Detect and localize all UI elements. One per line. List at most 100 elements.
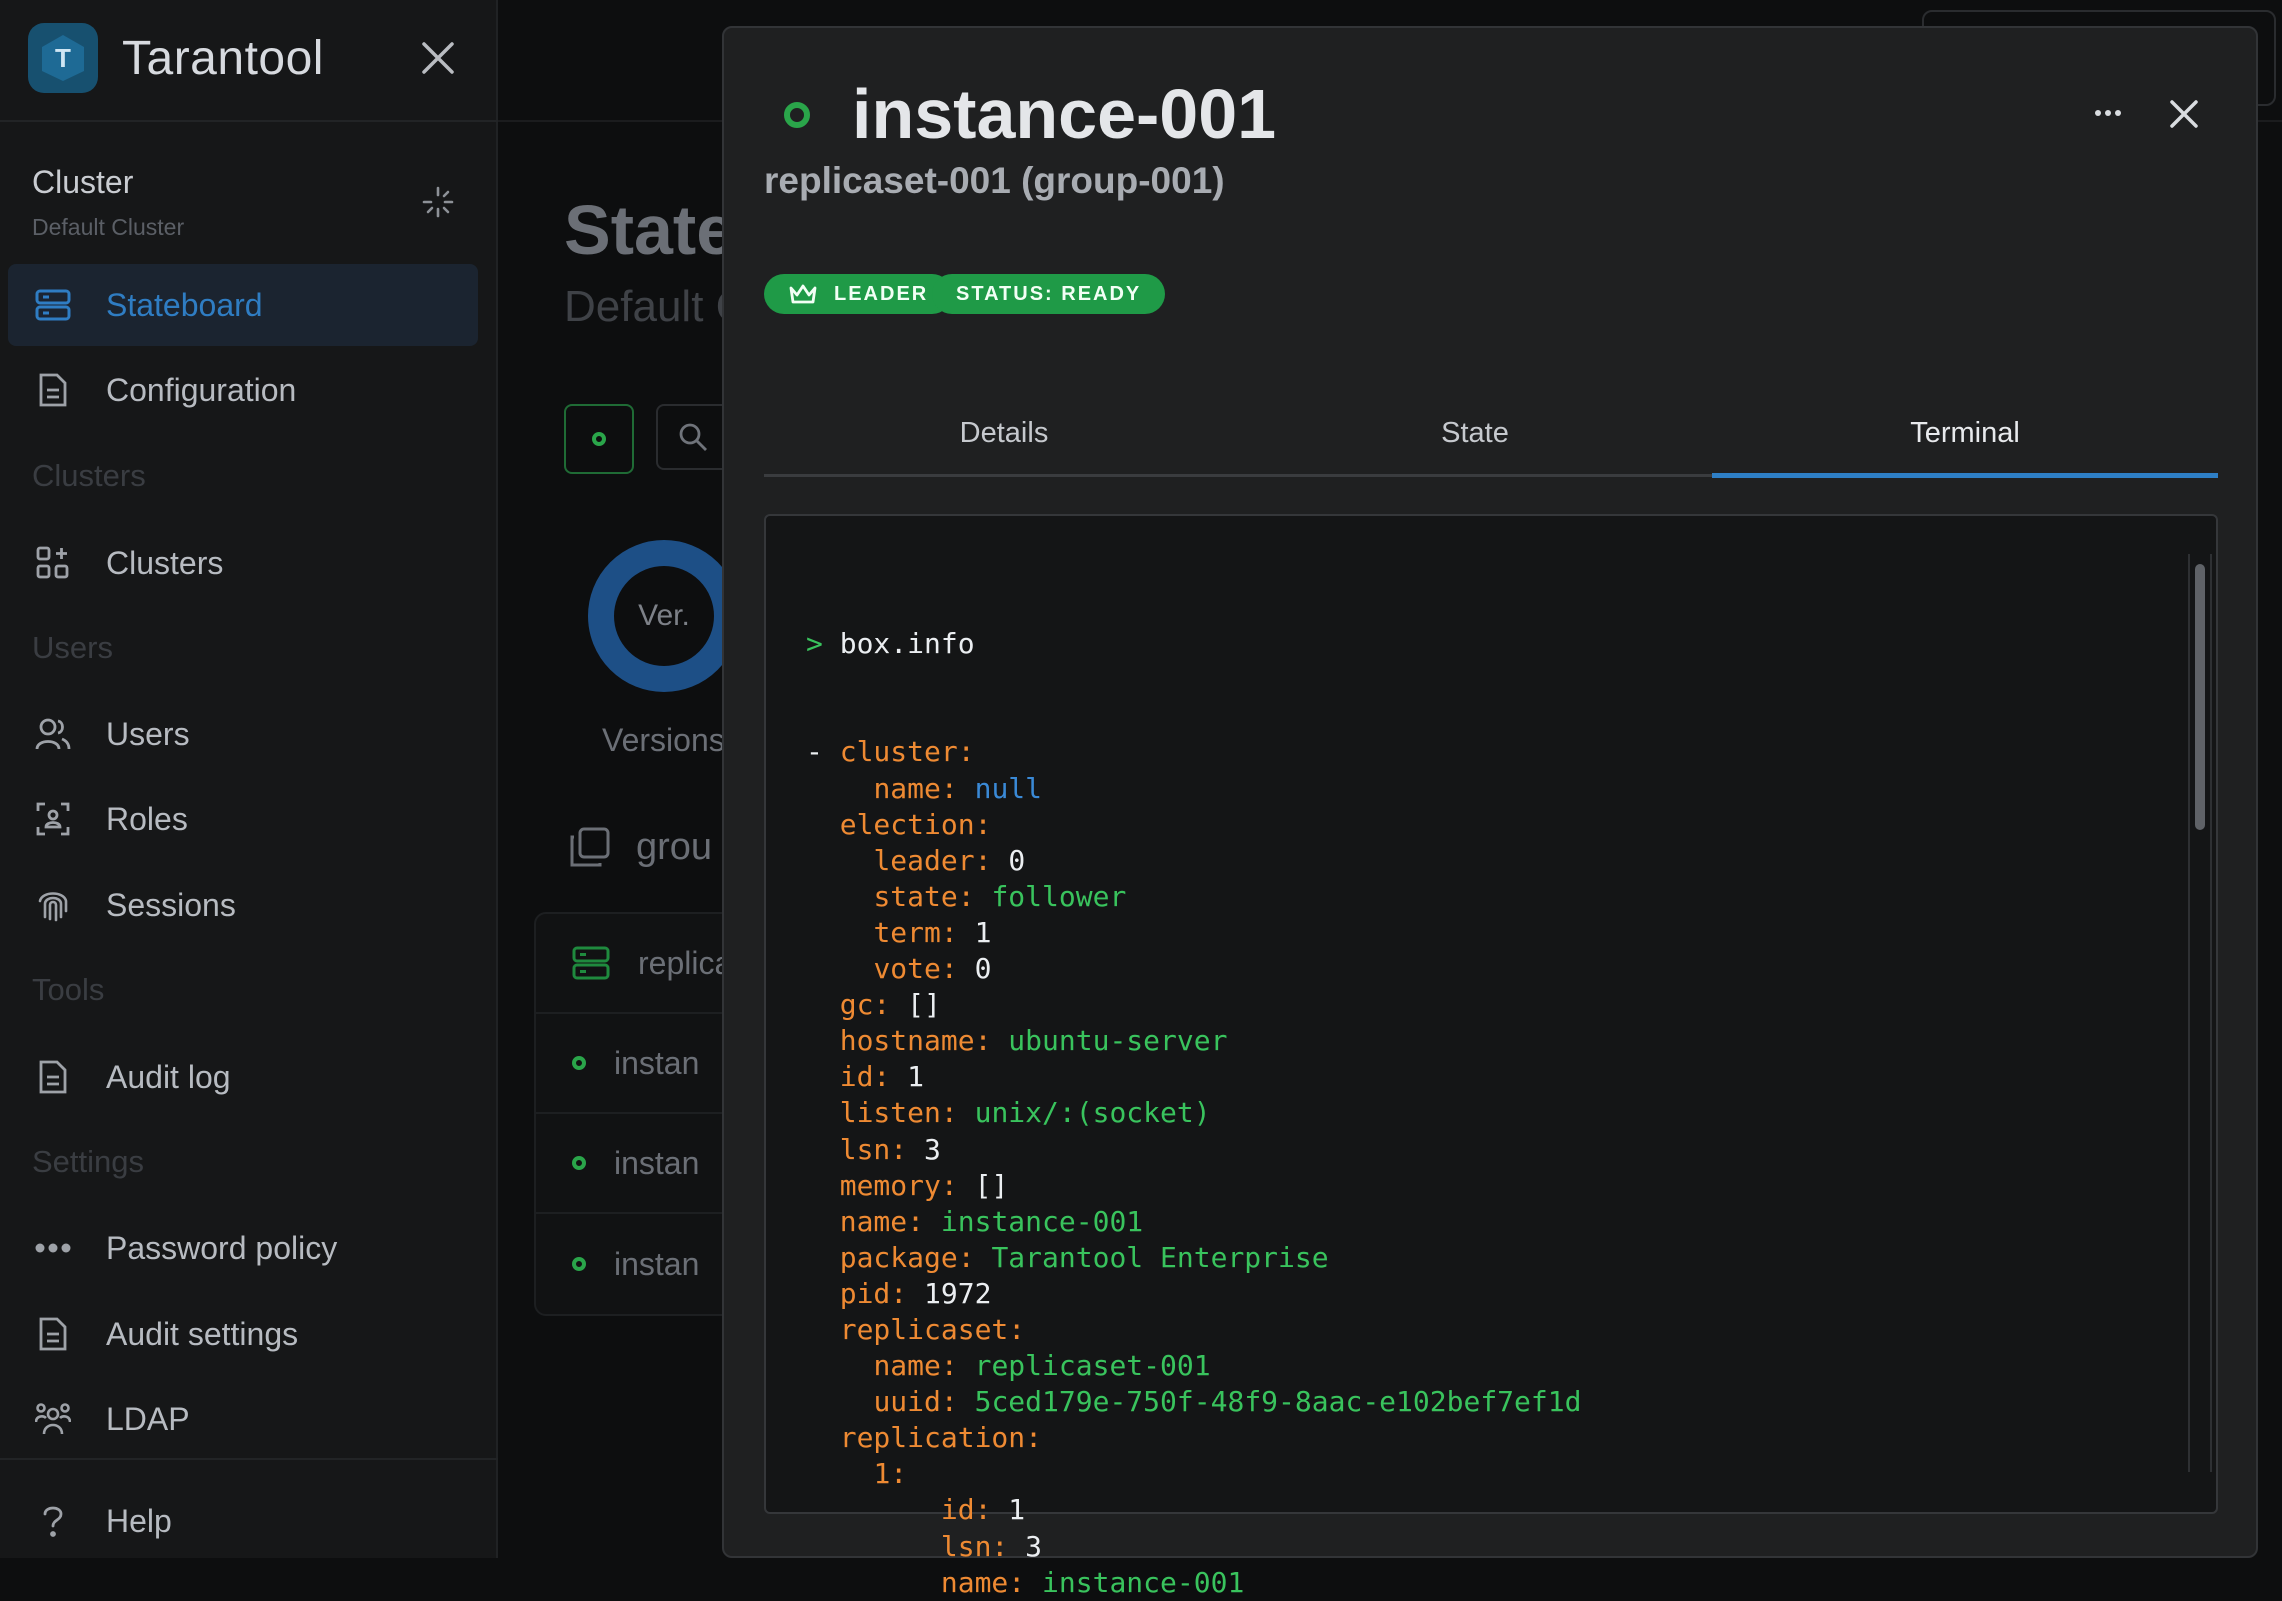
group-header[interactable]: grou (568, 826, 712, 869)
yaml-key: uuid: (873, 1385, 958, 1419)
role-badge-icon (34, 800, 72, 838)
sidebar-item-audit-settings[interactable]: Audit settings (8, 1293, 478, 1375)
scrollbar-thumb[interactable] (2195, 564, 2205, 830)
tab-terminal[interactable]: Terminal (1712, 390, 2218, 476)
tab-details[interactable]: Details (764, 390, 1244, 476)
yaml-key: replicaset: (839, 1312, 1026, 1346)
status-dot-icon (572, 1156, 586, 1170)
close-drawer-icon[interactable] (2164, 94, 2204, 134)
divider (0, 120, 498, 122)
sidebar-item-roles[interactable]: Roles (8, 778, 478, 860)
yaml-value: replicaset-001 (974, 1349, 1211, 1383)
crown-icon (788, 283, 818, 305)
sidebar-item-label: Stateboard (106, 286, 263, 323)
instance-row[interactable]: instan (536, 1114, 736, 1214)
active-tab-indicator (1712, 473, 2218, 478)
terminal-line: name: instance-001 (806, 1565, 1581, 1601)
status-dot-icon (572, 1056, 586, 1070)
versions-donut-chart: Ver. (588, 540, 740, 692)
sidebar-item-audit-log[interactable]: Audit log (8, 1036, 478, 1118)
section-label-clusters: Clusters (32, 458, 146, 493)
donut-label: Ver. (638, 599, 690, 632)
instance-title: instance-001 (852, 75, 1277, 153)
terminal-line: id: 1 (806, 1059, 1581, 1095)
yaml-indent (806, 1421, 840, 1454)
sidebar-item-sessions[interactable]: Sessions (8, 864, 478, 946)
sidebar-item-users[interactable]: Users (8, 693, 478, 775)
versions-label: Versions (602, 722, 725, 758)
loading-spinner-icon (420, 184, 456, 220)
search-icon (679, 423, 707, 451)
close-sidebar-icon[interactable] (416, 36, 460, 80)
yaml-value: instance-001 (1042, 1565, 1245, 1599)
server-icon (572, 946, 610, 980)
team-icon (34, 1400, 72, 1438)
yaml-value: 1 (1008, 1493, 1026, 1527)
terminal-line: name: null (806, 771, 1581, 807)
brand[interactable]: T Tarantool (28, 22, 324, 94)
sidebar-item-label: Roles (106, 800, 188, 837)
yaml-key: gc: (839, 988, 891, 1022)
yaml-key: id: (839, 1060, 891, 1094)
sidebar-item-help[interactable]: Help (8, 1480, 478, 1562)
terminal-line: state: follower (806, 879, 1581, 915)
document-icon (34, 1315, 72, 1353)
terminal-output[interactable]: > box.info - cluster: name: null electio… (764, 514, 2218, 1599)
terminal-line: listen: unix/:(socket) (806, 1095, 1581, 1131)
document-icon (34, 1058, 72, 1096)
terminal-line: leader: 0 (806, 843, 1581, 879)
terminal-line: 1: (806, 1456, 1581, 1492)
yaml-key: leader: (873, 843, 992, 877)
terminal-line: uuid: 5ced179e-750f-48f9-8aac-e102bef7ef… (806, 1384, 1581, 1420)
terminal-line: vote: 0 (806, 951, 1581, 987)
yaml-key: state: (873, 879, 975, 913)
status-dot-icon (572, 1257, 586, 1271)
yaml-key: name: (873, 1349, 958, 1383)
sidebar-item-label: Audit settings (106, 1315, 299, 1352)
more-options-icon[interactable] (2084, 98, 2132, 128)
yaml-indent (806, 952, 873, 985)
status-filter-button[interactable] (564, 404, 634, 474)
instance-drawer: instance-001 replicaset-001 (group-001) … (722, 26, 2258, 1599)
sidebar-item-ldap[interactable]: LDAP (8, 1378, 478, 1460)
instance-row[interactable]: instan (536, 1014, 736, 1114)
yaml-key: listen: (839, 1096, 958, 1130)
yaml-value: ubuntu-server (1008, 1024, 1228, 1058)
terminal-scrollbar[interactable] (2188, 554, 2212, 1472)
question-icon (34, 1502, 72, 1540)
leader-badge: LEADER (764, 274, 953, 314)
yaml-key: vote: (873, 952, 958, 986)
instance-row[interactable]: instan (536, 1214, 736, 1314)
yaml-value: [] (907, 988, 941, 1022)
tarantool-logo-icon: T (28, 23, 98, 93)
section-label-settings: Settings (32, 1144, 145, 1179)
section-label-users: Users (32, 630, 113, 665)
terminal-line: lsn: 3 (806, 1529, 1581, 1565)
sidebar-item-clusters[interactable]: Clusters (8, 522, 478, 604)
yaml-indent (806, 1060, 840, 1093)
terminal-line: memory: [] (806, 1168, 1581, 1204)
yaml-indent (806, 916, 873, 949)
yaml-indent (806, 1024, 840, 1057)
yaml-key: term: (873, 915, 958, 949)
prompt-symbol: > (806, 627, 823, 661)
yaml-value: 0 (1008, 843, 1026, 877)
terminal-line: name: replicaset-001 (806, 1348, 1581, 1384)
yaml-indent (806, 1566, 941, 1599)
yaml-value: 1972 (924, 1276, 992, 1310)
yaml-key: memory: (839, 1168, 958, 1202)
cluster-name: Default Cluster (32, 214, 185, 240)
replicaset-row[interactable]: replica (536, 914, 736, 1014)
terminal-line: id: 1 (806, 1492, 1581, 1528)
sidebar-item-configuration[interactable]: Configuration (8, 349, 478, 431)
yaml-indent (806, 1277, 840, 1310)
divider (0, 1458, 498, 1460)
sidebar-item-stateboard[interactable]: Stateboard (8, 264, 478, 346)
yaml-list-marker: - (806, 735, 840, 769)
section-label-tools: Tools (32, 972, 105, 1007)
sidebar-item-label: Clusters (106, 544, 224, 581)
tab-state[interactable]: State (1238, 390, 1712, 476)
yaml-key: cluster: (839, 735, 975, 769)
terminal-command: box.info (839, 627, 975, 661)
sidebar-item-password-policy[interactable]: Password policy (8, 1207, 478, 1289)
